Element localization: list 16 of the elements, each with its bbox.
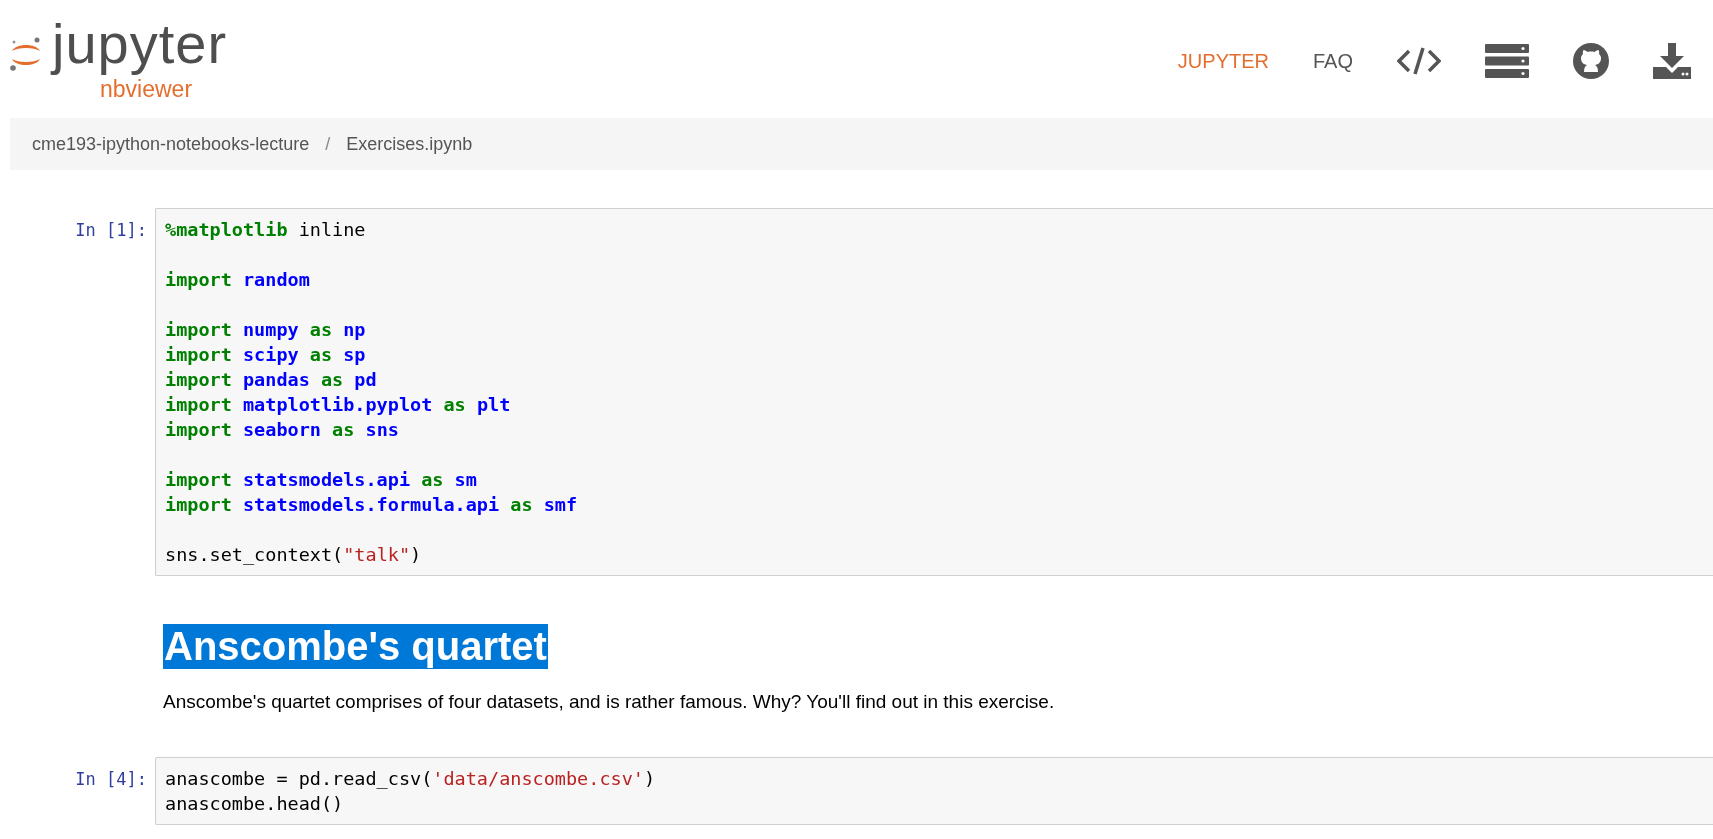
code-cell[interactable]: anascombe = pd.read_csv('data/anscombe.csv') anascombe.head() — [155, 757, 1713, 825]
logo-wordmark: jupyter — [52, 11, 228, 77]
breadcrumb-link[interactable]: cme193-ipython-notebooks-lecture — [32, 133, 310, 155]
download-icon[interactable] — [1653, 43, 1691, 79]
github-cat-icon[interactable] — [1573, 43, 1609, 79]
breadcrumb-separator: / — [325, 133, 331, 155]
logo-subtitle: nbviewer — [99, 77, 194, 101]
code-cell[interactable]: %matplotlib inline import random import numpy as np import scipy as sp import pandas as pd import matplotlib.pyplot as plt import seaborn as sns import statsmodels.api as sm import statsmodels.formula.api as smf sns.set_context("talk") — [155, 208, 1713, 576]
nav-link[interactable]: FAQ — [1291, 49, 1375, 73]
server-icon[interactable] — [1485, 44, 1529, 78]
breadcrumb-link[interactable]: Exercises.ipynb — [346, 133, 473, 155]
paragraph: Anscombe's quartet comprises of four datasets, and is rather famous. Why? You'll find out in this exercise. — [163, 691, 1055, 713]
cell-prompt: In [1]: — [74, 219, 148, 240]
section-heading: Anscombe's quartet — [163, 624, 548, 669]
cell-prompt: In [4]: — [74, 768, 148, 789]
code-icon[interactable] — [1397, 46, 1441, 76]
